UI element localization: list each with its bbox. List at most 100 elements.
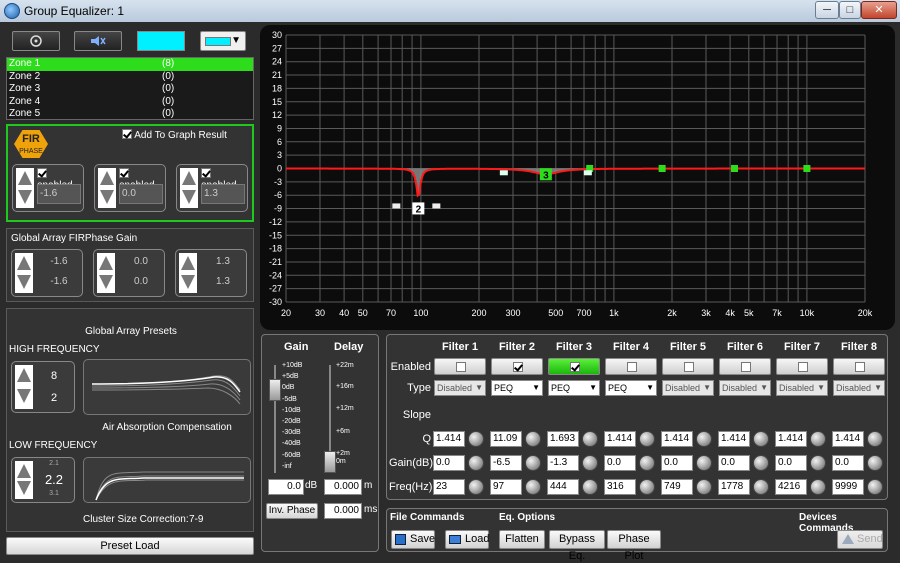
zone-row-3[interactable]: Zone 3 (0): [7, 83, 253, 96]
filter-8-gain-knob[interactable]: [867, 455, 883, 471]
gain-slider-thumb[interactable]: [269, 379, 281, 401]
filter-6-freq-knob[interactable]: [753, 479, 769, 495]
filter-4-q-input[interactable]: 1.414: [604, 431, 636, 447]
delay-slider-thumb[interactable]: [324, 451, 336, 473]
mute-button[interactable]: [74, 31, 122, 51]
filter-8-freq-knob[interactable]: [867, 479, 883, 495]
filter-4-enable-toggle[interactable]: [605, 358, 657, 375]
filter-8-q-input[interactable]: 1.414: [832, 431, 864, 447]
filter-4-freq-input[interactable]: 316: [604, 479, 636, 495]
filter-7-gain-input[interactable]: 0.0: [775, 455, 807, 471]
filter-8-freq-input[interactable]: 9999: [832, 479, 864, 495]
filter-5-q-input[interactable]: 1.414: [661, 431, 693, 447]
stepper-arrows[interactable]: [15, 461, 33, 499]
filter-7-type-select[interactable]: Disabled ▼: [776, 380, 828, 396]
filter-2-q-knob[interactable]: [525, 431, 541, 447]
filter-3-gain-input[interactable]: -1.3: [547, 455, 579, 471]
filter-3-enable-toggle[interactable]: [548, 358, 600, 375]
load-button[interactable]: Load: [445, 530, 489, 549]
filter-6-q-knob[interactable]: [753, 431, 769, 447]
global-gain-stepper-2[interactable]: 0.0 0.0: [93, 249, 165, 297]
stepper-arrows[interactable]: [97, 253, 115, 293]
flatten-button[interactable]: Flatten: [499, 530, 545, 549]
send-button[interactable]: Send: [837, 530, 883, 549]
high-frequency-stepper[interactable]: 8 2: [11, 361, 75, 413]
filter-3-freq-knob[interactable]: [582, 479, 598, 495]
filter-4-gain-knob[interactable]: [639, 455, 655, 471]
filter-1-q-input[interactable]: 1.414: [433, 431, 465, 447]
color-dropdown[interactable]: ▼: [200, 31, 246, 51]
filter-1-enable-toggle[interactable]: [434, 358, 486, 375]
filter-1-gain-knob[interactable]: [468, 455, 484, 471]
stepper-arrows[interactable]: [180, 168, 198, 208]
filter-8-gain-input[interactable]: 0.0: [832, 455, 864, 471]
gain-input[interactable]: 0.0: [268, 479, 304, 495]
delay-input[interactable]: 0.000: [324, 479, 362, 495]
filter-7-gain-knob[interactable]: [810, 455, 826, 471]
filter-5-freq-knob[interactable]: [696, 479, 712, 495]
filter-2-gain-knob[interactable]: [525, 455, 541, 471]
zone-row-4[interactable]: Zone 4 (0): [7, 96, 253, 109]
global-gain-stepper-1[interactable]: -1.6 -1.6: [11, 249, 83, 297]
filter-6-enable-toggle[interactable]: [719, 358, 771, 375]
filter-7-q-knob[interactable]: [810, 431, 826, 447]
filter-7-freq-input[interactable]: 4216: [775, 479, 807, 495]
filter-3-type-select[interactable]: PEQ ▼: [548, 380, 600, 396]
stepper-arrows[interactable]: [98, 168, 116, 208]
eq-graph-svg[interactable]: 302724211815129630-3-6-9-12-15-18-21-24-…: [260, 25, 895, 330]
maximize-button[interactable]: □: [839, 1, 861, 19]
filter-2-enable-toggle[interactable]: [491, 358, 543, 375]
filter-5-gain-knob[interactable]: [696, 455, 712, 471]
fir-stepper-2[interactable]: enabled 0.0: [94, 164, 166, 212]
eq-graph[interactable]: 30 27 24 21 18 15 12 9 6 3 0 -3 -6 -9 -12 -15 -18 -21 -24-…: [260, 25, 895, 330]
filter-3-gain-knob[interactable]: [582, 455, 598, 471]
filter-8-enable-toggle[interactable]: [833, 358, 885, 375]
filter-1-gain-input[interactable]: 0.0: [433, 455, 465, 471]
fir-stepper-1[interactable]: enabled -1.6: [12, 164, 84, 212]
filter-6-gain-input[interactable]: 0.0: [718, 455, 750, 471]
filter-2-type-select[interactable]: PEQ ▼: [491, 380, 543, 396]
filter-5-freq-input[interactable]: 749: [661, 479, 693, 495]
filter-1-freq-knob[interactable]: [468, 479, 484, 495]
fir-value-2[interactable]: 0.0: [119, 184, 163, 204]
add-to-graph-checkbox[interactable]: Add To Graph Result: [122, 129, 227, 141]
low-frequency-stepper[interactable]: 2.1 2.2 3.1: [11, 457, 75, 503]
global-gain-stepper-3[interactable]: 1.3 1.3: [175, 249, 247, 297]
filter-5-q-knob[interactable]: [696, 431, 712, 447]
filter-2-q-input[interactable]: 11.09: [490, 431, 522, 447]
filter-7-freq-knob[interactable]: [810, 479, 826, 495]
stepper-arrows[interactable]: [15, 365, 33, 409]
filter-4-q-knob[interactable]: [639, 431, 655, 447]
close-button[interactable]: ✕: [861, 1, 897, 19]
filter-7-enable-toggle[interactable]: [776, 358, 828, 375]
power-button[interactable]: [12, 31, 60, 51]
filter-6-q-input[interactable]: 1.414: [718, 431, 750, 447]
filter-2-freq-knob[interactable]: [525, 479, 541, 495]
filter-1-type-select[interactable]: Disabled ▼: [434, 380, 486, 396]
filter-5-enable-toggle[interactable]: [662, 358, 714, 375]
zone-row-5[interactable]: Zone 5 (0): [7, 108, 253, 121]
save-button[interactable]: Save: [391, 530, 435, 549]
invert-phase-button[interactable]: Inv. Phase: [266, 503, 318, 519]
filter-3-q-input[interactable]: 1.693: [547, 431, 579, 447]
phase-plot-button[interactable]: Phase Plot: [607, 530, 661, 562]
fir-stepper-3[interactable]: enabled 1.3: [176, 164, 248, 212]
minimize-button[interactable]: ─: [815, 1, 839, 19]
stepper-arrows[interactable]: [15, 253, 33, 293]
filter-6-gain-knob[interactable]: [753, 455, 769, 471]
filter-8-q-knob[interactable]: [867, 431, 883, 447]
zone-row-2[interactable]: Zone 2 (0): [7, 71, 253, 84]
zone-list[interactable]: Zone 1 (8) Zone 2 (0) Zone 3 (0) Zone 4 (0) …: [6, 57, 254, 120]
filter-4-gain-input[interactable]: 0.0: [604, 455, 636, 471]
filter-8-type-select[interactable]: Disabled ▼: [833, 380, 885, 396]
bypass-eq-button[interactable]: Bypass Eq.: [549, 530, 605, 562]
filter-4-freq-knob[interactable]: [639, 479, 655, 495]
stepper-arrows[interactable]: [16, 168, 34, 208]
filter-1-freq-input[interactable]: 23: [433, 479, 465, 495]
filter-5-gain-input[interactable]: 0.0: [661, 455, 693, 471]
fir-value-1[interactable]: -1.6: [37, 184, 81, 204]
filter-3-freq-input[interactable]: 444: [547, 479, 579, 495]
delay-ms-input[interactable]: 0.000: [324, 503, 362, 519]
filter-7-q-input[interactable]: 1.414: [775, 431, 807, 447]
zone-row-1[interactable]: Zone 1 (8): [7, 58, 253, 71]
